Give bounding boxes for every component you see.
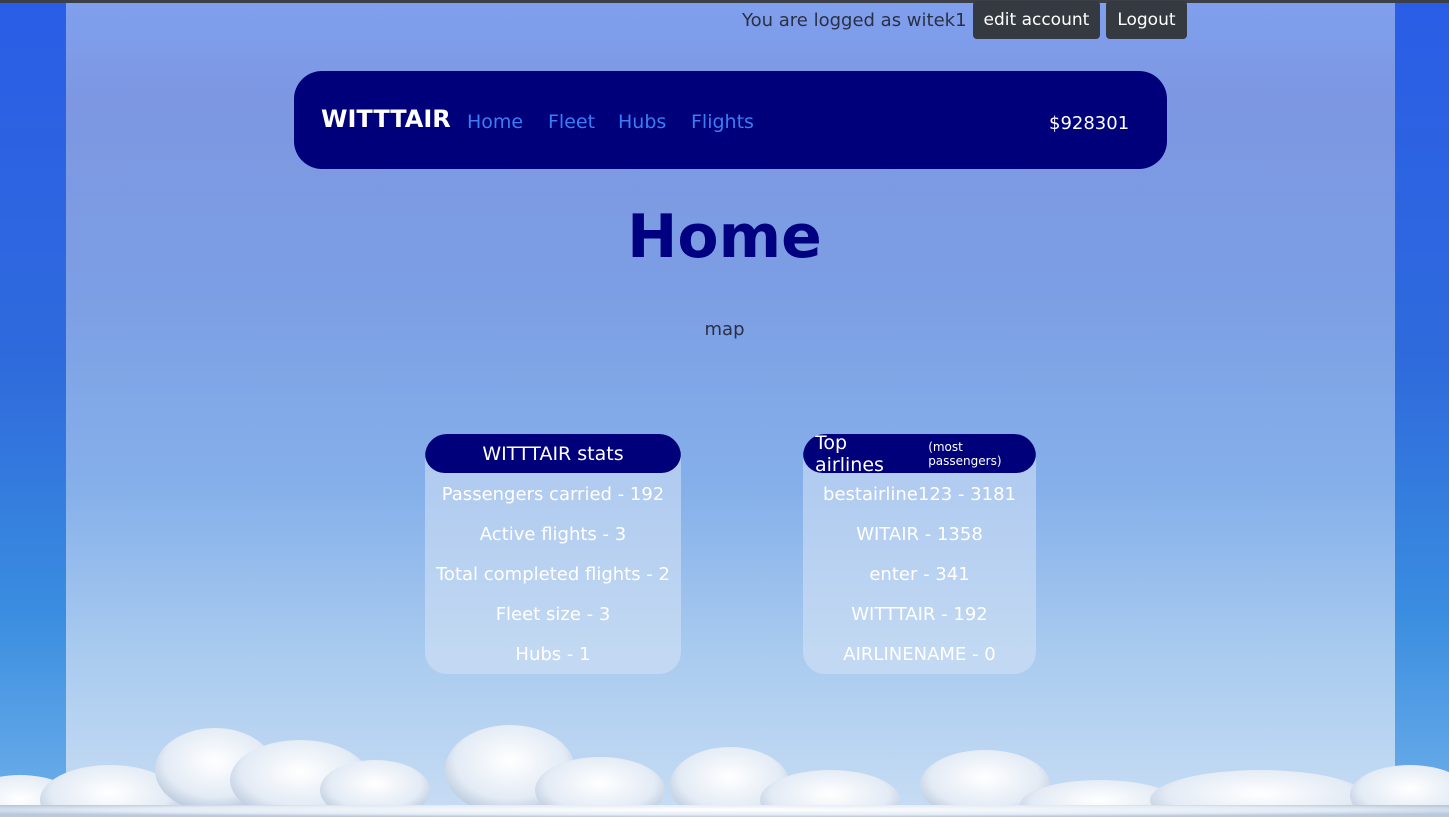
top-airline-row: WITAIR - 1358 bbox=[856, 523, 983, 545]
top-airlines-header: Top airlines (most passengers) bbox=[803, 434, 1036, 476]
logout-button[interactable]: Logout bbox=[1106, 1, 1187, 39]
airline-stats-card: WITTTAIR stats Passengers carried - 192 … bbox=[425, 434, 681, 674]
stats-list: Passengers carried - 192 Active flights … bbox=[425, 473, 681, 674]
user-bar: You are logged as witek1 edit account Lo… bbox=[742, 0, 1187, 40]
top-airline-row: enter - 341 bbox=[869, 563, 970, 585]
stats-row-completed-flights: Total completed flights - 2 bbox=[436, 563, 670, 585]
brand-logo[interactable]: WITTTAIR bbox=[321, 105, 451, 133]
nav-hubs-link[interactable]: Hubs bbox=[618, 111, 666, 133]
top-airlines-card: Top airlines (most passengers) bestairli… bbox=[803, 434, 1036, 674]
top-airline-row: AIRLINENAME - 0 bbox=[843, 643, 996, 665]
top-airlines-list: bestairline123 - 3181 WITAIR - 1358 ente… bbox=[803, 473, 1036, 674]
stats-card-header: WITTTAIR stats bbox=[425, 434, 681, 473]
top-airlines-title: Top airlines bbox=[815, 434, 884, 476]
account-balance: $928301 bbox=[1049, 113, 1130, 134]
top-airline-row: bestairline123 - 3181 bbox=[823, 483, 1016, 505]
logged-in-text: You are logged as witek1 bbox=[742, 9, 967, 31]
stats-row-active-flights: Active flights - 3 bbox=[479, 523, 627, 545]
page-title: Home bbox=[627, 202, 822, 272]
stats-row-fleet-size: Fleet size - 3 bbox=[495, 603, 611, 625]
map-placeholder: map bbox=[704, 319, 745, 340]
nav-flights-link[interactable]: Flights bbox=[691, 111, 754, 133]
stats-row-passengers: Passengers carried - 192 bbox=[441, 483, 665, 505]
main-navbar: WITTTAIR Home Fleet Hubs Flights $928301 bbox=[294, 71, 1167, 169]
edit-account-button[interactable]: edit account bbox=[972, 1, 1101, 39]
stats-row-hubs: Hubs - 1 bbox=[515, 643, 591, 665]
stats-card-title: WITTTAIR stats bbox=[482, 442, 624, 465]
nav-fleet-link[interactable]: Fleet bbox=[548, 111, 595, 133]
top-airline-row: WITTTAIR - 192 bbox=[851, 603, 988, 625]
top-airlines-subtitle: (most passengers) bbox=[928, 439, 1002, 468]
nav-home-link[interactable]: Home bbox=[467, 111, 523, 133]
